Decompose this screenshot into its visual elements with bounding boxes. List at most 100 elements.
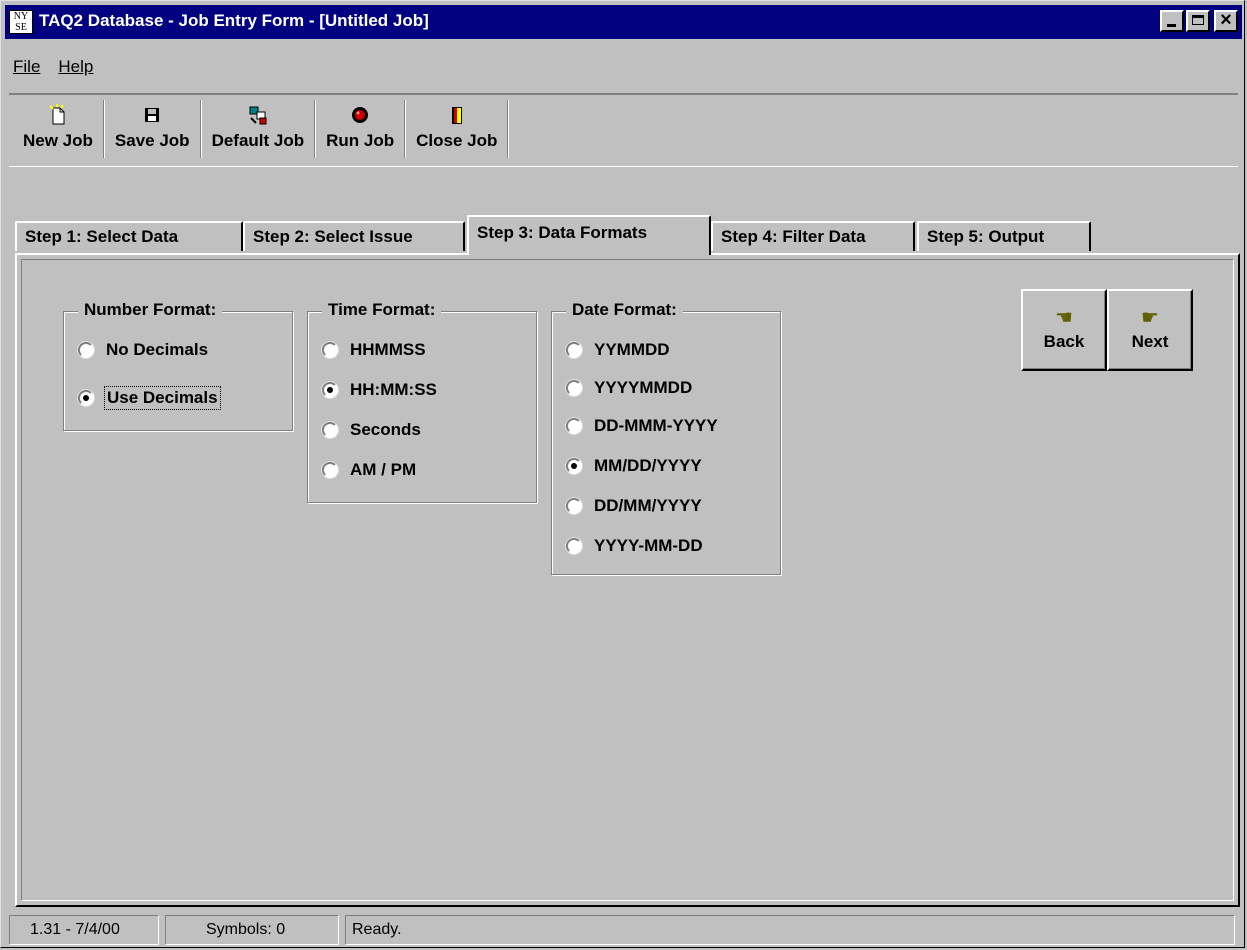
run-job-button[interactable]: Run Job [318, 100, 402, 158]
number-format-group: Number Format: No Decimals Use Decimals [63, 300, 293, 431]
tab-step-3-label: Step 3: Data Formats [477, 223, 648, 242]
tab-step-4[interactable]: Step 4: Filter Data [711, 221, 915, 251]
radio-label: YYMMDD [594, 340, 670, 359]
number-format-title: Number Format: [78, 300, 223, 320]
radio-indicator [322, 342, 338, 358]
back-label: Back [1043, 332, 1085, 351]
save-job-button[interactable]: Save Job [107, 100, 198, 158]
toolbar-separator [314, 100, 317, 158]
radio-label: YYYYMMDD [594, 378, 693, 397]
time-format-title: Time Format: [322, 300, 442, 320]
radio-indicator-selected [78, 390, 94, 406]
tab-step-3[interactable]: Step 3: Data Formats [467, 215, 711, 255]
default-job-icon [247, 104, 269, 126]
app-icon-line-2: SE [15, 22, 27, 33]
close-icon: × [1220, 9, 1232, 31]
next-button[interactable]: ☛ Next [1107, 289, 1193, 371]
default-job-label: Default Job [211, 131, 305, 150]
status-version: 1.31 - 7/4/00 [9, 915, 159, 945]
default-job-button[interactable]: Default Job [204, 100, 313, 158]
radio-label: MM/DD/YYYY [594, 456, 702, 475]
radio-label: DD/MM/YYYY [594, 496, 702, 515]
tab-step-1[interactable]: Step 1: Select Data [15, 221, 243, 251]
radio-dd-mmm-yyyy[interactable]: DD-MMM-YYYY [566, 416, 718, 436]
radio-indicator [78, 342, 94, 358]
radio-indicator-selected [322, 382, 338, 398]
new-job-button[interactable]: New Job [15, 100, 101, 158]
toolbar-separator [404, 100, 407, 158]
radio-dd-mm-yyyy[interactable]: DD/MM/YYYY [566, 496, 702, 516]
window-title: TAQ2 Database - Job Entry Form - [Untitl… [39, 11, 429, 30]
radio-hhmmss[interactable]: HHMMSS [322, 340, 426, 360]
minimize-button[interactable] [1160, 10, 1184, 32]
minimize-icon [1167, 24, 1176, 27]
window-controls: × [1160, 9, 1238, 32]
close-job-label: Close Job [416, 131, 498, 150]
date-format-group: Date Format: YYMMDD YYYYMMDD DD-MMM-YYYY… [551, 300, 781, 575]
wizard-nav: ☚ Back ☛ Next [1021, 289, 1193, 371]
tab-step-5-label: Step 5: Output [927, 227, 1045, 246]
radio-indicator [566, 380, 582, 396]
tab-step-5[interactable]: Step 5: Output [917, 221, 1091, 251]
time-format-group: Time Format: HHMMSS HH:MM:SS Seconds AM … [307, 300, 537, 503]
menu-file[interactable]: File [5, 55, 48, 85]
radio-use-decimals[interactable]: Use Decimals [78, 386, 221, 410]
status-bar: 1.31 - 7/4/00 Symbols: 0 Ready. [9, 915, 1235, 945]
radio-dot [83, 395, 89, 401]
radio-label: AM / PM [350, 460, 417, 479]
close-button[interactable]: × [1214, 9, 1238, 32]
radio-label: Use Decimals [104, 386, 221, 410]
toolbar-separator [199, 100, 202, 158]
new-document-icon [47, 104, 69, 126]
close-job-button[interactable]: Close Job [408, 100, 505, 158]
floppy-disk-icon [141, 104, 163, 126]
maximize-icon [1192, 15, 1204, 25]
toolbar: New Job Save Job Default Job Run Job Clo… [9, 93, 1238, 167]
radio-yyyy-mm-dd[interactable]: YYYY-MM-DD [566, 536, 703, 556]
status-message: Ready. [345, 915, 1235, 945]
maximize-button[interactable] [1186, 10, 1210, 32]
radio-indicator [322, 422, 338, 438]
radio-label: YYYY-MM-DD [594, 536, 703, 555]
pointing-hand-right-icon: ☛ [1141, 307, 1159, 329]
radio-dot [571, 463, 577, 469]
run-job-label: Run Job [326, 131, 395, 150]
back-button[interactable]: ☚ Back [1021, 289, 1107, 371]
radio-indicator [566, 418, 582, 434]
radio-yyyymmdd[interactable]: YYYYMMDD [566, 378, 692, 398]
record-button-icon [349, 104, 371, 126]
status-symbols: Symbols: 0 [165, 915, 339, 945]
date-format-title: Date Format: [566, 300, 683, 320]
radio-dot [327, 387, 333, 393]
next-label: Next [1131, 332, 1169, 351]
radio-label: Seconds [350, 420, 421, 439]
nyse-app-icon[interactable]: NY SE [9, 10, 33, 34]
radio-yymmdd[interactable]: YYMMDD [566, 340, 670, 360]
radio-indicator-selected [566, 458, 582, 474]
radio-indicator [322, 462, 338, 478]
save-job-label: Save Job [114, 131, 190, 150]
radio-no-decimals[interactable]: No Decimals [78, 340, 208, 360]
tab-step-2[interactable]: Step 2: Select Issue [243, 221, 465, 251]
radio-seconds[interactable]: Seconds [322, 420, 421, 440]
toolbar-separator [507, 100, 510, 158]
app-icon-line-1: NY [13, 11, 29, 22]
menu-file-label: File [13, 57, 41, 76]
radio-label: HHMMSS [350, 340, 426, 359]
radio-hh-mm-ss[interactable]: HH:MM:SS [322, 380, 437, 400]
radio-label: No Decimals [106, 340, 209, 359]
toolbar-separator [102, 100, 105, 158]
radio-indicator [566, 342, 582, 358]
radio-indicator [566, 538, 582, 554]
radio-mm-dd-yyyy[interactable]: MM/DD/YYYY [566, 456, 702, 476]
title-bar[interactable]: NY SE TAQ2 Database - Job Entry Form - [… [5, 5, 1242, 39]
main-window: NY SE TAQ2 Database - Job Entry Form - [… [0, 0, 1245, 948]
radio-am-pm[interactable]: AM / PM [322, 460, 416, 480]
menu-bar: File Help [5, 55, 101, 85]
menu-help[interactable]: Help [50, 55, 101, 85]
data-formats-panel: Number Format: No Decimals Use Decimals … [15, 253, 1240, 907]
radio-label: HH:MM:SS [350, 380, 437, 399]
new-job-label: New Job [23, 131, 93, 150]
tab-step-2-label: Step 2: Select Issue [253, 227, 413, 246]
tab-step-4-label: Step 4: Filter Data [721, 227, 866, 246]
